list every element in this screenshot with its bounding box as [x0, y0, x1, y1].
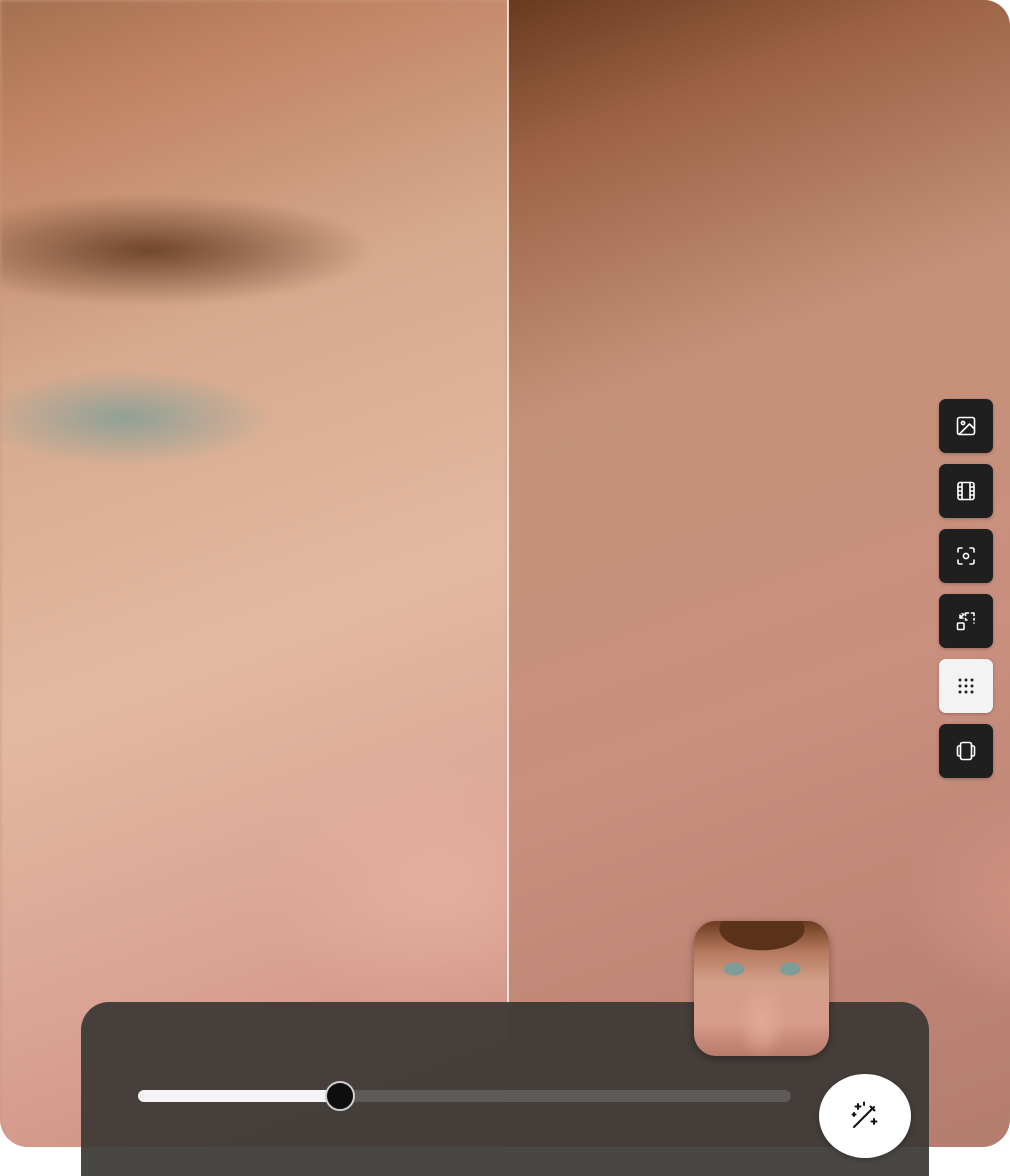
slider-thumb[interactable] — [325, 1081, 356, 1111]
grid-tool-button[interactable] — [939, 659, 993, 713]
focus-icon — [957, 547, 975, 565]
image-canvas[interactable] — [0, 0, 1010, 1147]
tool-rail — [939, 399, 993, 778]
layers-icon — [956, 741, 976, 761]
magic-wand-icon — [851, 1101, 878, 1128]
strength-slider[interactable] — [138, 1081, 791, 1111]
focus-tool-button[interactable] — [939, 529, 993, 583]
enhance-button[interactable] — [819, 1074, 911, 1158]
video-tool-button[interactable] — [939, 464, 993, 518]
resize-icon — [956, 612, 975, 631]
layers-tool-button[interactable] — [939, 724, 993, 778]
resize-tool-button[interactable] — [939, 594, 993, 648]
image-tool-button[interactable] — [939, 399, 993, 453]
film-icon — [957, 481, 975, 501]
grid-dots-icon — [958, 678, 974, 694]
comparison-divider[interactable] — [507, 0, 509, 1003]
thumbnail-preview[interactable] — [694, 921, 829, 1056]
image-icon — [956, 416, 976, 436]
slider-fill — [138, 1090, 341, 1102]
before-image — [0, 0, 508, 1147]
